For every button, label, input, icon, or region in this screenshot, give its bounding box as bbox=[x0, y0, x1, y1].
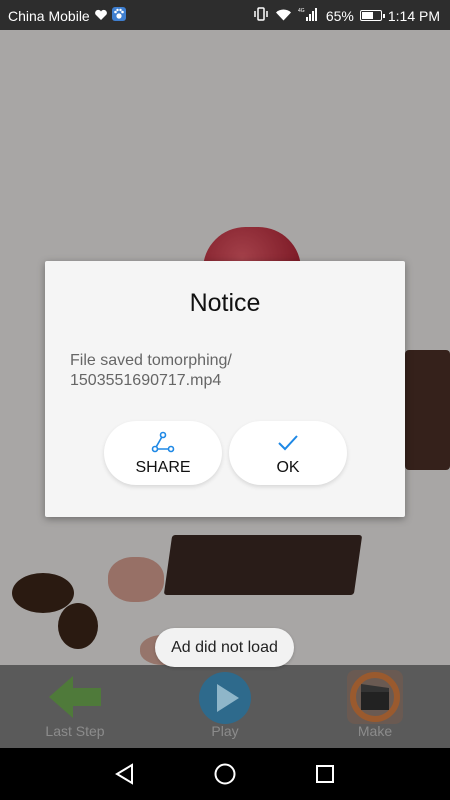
battery-icon bbox=[359, 10, 385, 21]
home-icon[interactable] bbox=[212, 761, 238, 787]
last-step-label: Last Step bbox=[45, 723, 105, 739]
signal-icon: 4G bbox=[298, 7, 320, 24]
share-icon bbox=[151, 431, 175, 453]
dialog-title: Notice bbox=[189, 289, 261, 317]
dialog-message: File saved tomorphing/ 1503551690717.mp4 bbox=[70, 351, 380, 391]
bottom-toolbar: Last Step Play Make bbox=[0, 665, 450, 748]
notice-dialog: Notice File saved tomorphing/ 1503551690… bbox=[45, 261, 405, 517]
status-bar-right: 4G 65% 1:14 PM bbox=[253, 7, 440, 24]
arrow-left-icon bbox=[47, 670, 103, 724]
make-button[interactable]: Make bbox=[320, 665, 430, 748]
dialog-message-line: File saved tomorphing/ bbox=[70, 352, 232, 369]
ok-button[interactable]: OK bbox=[229, 421, 347, 485]
check-icon bbox=[276, 431, 300, 453]
clapperboard-icon bbox=[347, 670, 403, 724]
share-button[interactable]: SHARE bbox=[104, 421, 222, 485]
network-type-label: 4G bbox=[298, 8, 305, 14]
dialog-message-line: 1503551690717.mp4 bbox=[70, 372, 222, 389]
status-bar-left: China Mobile bbox=[8, 7, 126, 24]
status-bar: China Mobile 4G 65% 1:14 PM bbox=[0, 0, 450, 30]
back-icon[interactable] bbox=[112, 761, 138, 787]
play-button[interactable]: Play bbox=[170, 665, 280, 748]
heart-icon bbox=[94, 8, 108, 24]
vibrate-icon bbox=[253, 7, 269, 24]
battery-percent: 65% bbox=[325, 7, 354, 24]
ok-button-label: OK bbox=[276, 459, 300, 476]
battery-level-fill bbox=[361, 12, 373, 19]
carrier-name: China Mobile bbox=[8, 7, 90, 24]
last-step-button[interactable]: Last Step bbox=[20, 665, 130, 748]
clock: 1:14 PM bbox=[387, 7, 440, 24]
recent-apps-icon[interactable] bbox=[312, 761, 338, 787]
toast-message: Ad did not load bbox=[155, 628, 294, 667]
wifi-icon bbox=[275, 8, 292, 24]
system-navigation-bar bbox=[0, 748, 450, 800]
make-label: Make bbox=[357, 723, 393, 739]
share-button-label: SHARE bbox=[135, 459, 191, 476]
play-icon bbox=[197, 670, 253, 724]
paw-icon bbox=[111, 7, 126, 24]
play-label: Play bbox=[211, 723, 239, 739]
